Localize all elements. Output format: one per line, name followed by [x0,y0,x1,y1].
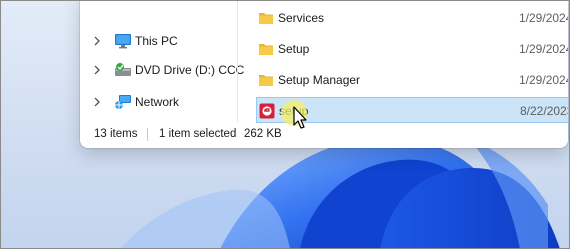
nav-item-label: This PC [135,34,178,48]
status-divider [147,128,148,141]
nav-item-network[interactable]: Network [80,90,237,114]
file-date: 8/22/2023 [520,104,568,118]
file-name: Setup [278,42,310,56]
navigation-pane: This PC DVD Drive (D:) CCC Network [80,0,244,122]
status-bar: 13 items 1 item selected 262 KB [80,122,568,148]
folder-icon [258,72,274,88]
folder-icon [258,10,274,26]
file-date: 1/29/2024 [519,42,568,56]
network-icon [114,94,132,110]
nav-item-dvd-drive[interactable]: DVD Drive (D:) CCC [80,58,244,82]
chevron-right-icon[interactable] [92,36,102,46]
file-row-services[interactable]: Services 1/29/2024 [256,5,568,31]
nav-item-label: Network [135,95,180,109]
dvd-drive-icon [114,62,132,78]
file-name: Setup Manager [278,73,361,87]
setup-app-icon [259,103,275,119]
file-date: 1/29/2024 [519,73,568,87]
nav-item-label: DVD Drive (D:) CCC [135,63,245,77]
chevron-right-icon[interactable] [92,97,102,107]
monitor-icon [114,33,132,49]
file-row-setup-folder[interactable]: Setup 1/29/2024 [256,36,568,62]
file-row-setup-manager[interactable]: Setup Manager 1/29/2024 [256,67,568,93]
selection-size: 262 KB [244,128,282,140]
folder-icon [258,41,274,57]
mouse-cursor-icon [281,100,307,129]
nav-item-this-pc[interactable]: This PC [80,29,237,53]
file-name: Services [278,11,325,25]
file-explorer-window: This PC DVD Drive (D:) CCC Network Servi… [80,0,568,148]
file-date: 1/29/2024 [519,11,568,25]
selection-count: 1 item selected [159,128,237,140]
chevron-right-icon[interactable] [92,65,102,75]
item-count: 13 items [94,128,138,140]
